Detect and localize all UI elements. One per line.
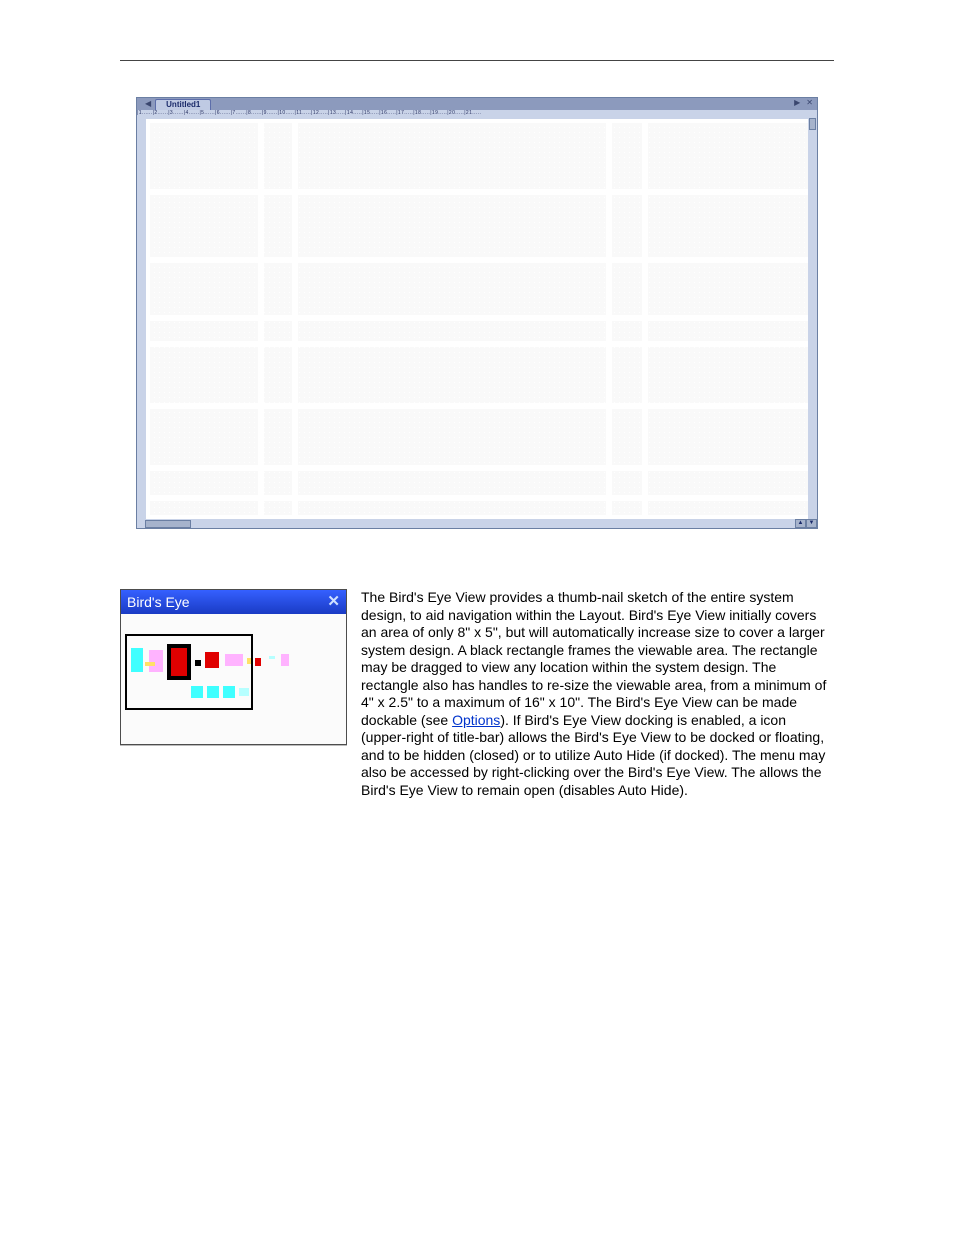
layout-tab-bar: ◀ Untitled1 ▶ ✕ <box>137 98 817 110</box>
h-scroll-thumb[interactable] <box>145 520 191 528</box>
tab-scroll-left-icon[interactable]: ◀ <box>143 100 153 108</box>
close-icon[interactable]: ✕ <box>327 595 340 609</box>
horizontal-ruler: |1......|2......|3......|4......|5......… <box>137 110 817 119</box>
layout-window: ◀ Untitled1 ▶ ✕ |1......|2......|3......… <box>136 97 818 529</box>
layout-tab-untitled[interactable]: Untitled1 <box>155 99 211 110</box>
birds-eye-window: Bird's Eye ✕ <box>120 589 347 745</box>
birds-eye-title: Bird's Eye <box>127 594 190 610</box>
scroll-up-icon[interactable]: ▲ <box>795 519 806 528</box>
tab-scroll-right-icon[interactable]: ▶ <box>792 99 802 107</box>
layout-canvas[interactable] <box>146 119 817 519</box>
scroll-down-icon[interactable]: ▼ <box>806 519 817 528</box>
options-link[interactable]: Options <box>452 712 500 728</box>
horizontal-scrollbar[interactable]: ▲ ▼ <box>137 519 817 528</box>
vertical-ruler <box>137 119 146 519</box>
birds-eye-canvas[interactable] <box>121 614 346 744</box>
vertical-scrollbar[interactable] <box>808 110 817 519</box>
birds-eye-description: The Bird's Eye View provides a thumb-nai… <box>359 589 834 799</box>
birds-eye-viewport-frame[interactable] <box>125 634 253 710</box>
birds-eye-titlebar[interactable]: Bird's Eye ✕ <box>121 590 346 614</box>
tab-close-icon[interactable]: ✕ <box>804 99 815 107</box>
v-scroll-thumb[interactable] <box>809 118 816 130</box>
page-divider <box>120 60 834 61</box>
